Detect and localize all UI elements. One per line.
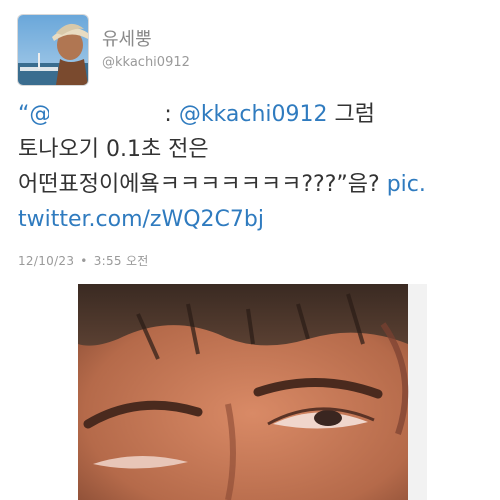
quote-open: “@ xyxy=(18,102,52,127)
tweet-text: “@ : @kkachi0912 그럼 토나오기 0.1초 전은 어떤표정이에욬… xyxy=(18,97,494,237)
timestamp[interactable]: 12/10/23 • 3:55 오전 xyxy=(18,252,149,269)
tweet-line-3: 어떤표정이에욬ㅋㅋㅋㅋㅋㅋㅋ???”음? pic. xyxy=(18,167,494,202)
meta-separator: • xyxy=(80,254,88,268)
photo-image xyxy=(78,284,427,500)
tweet-line-2: 토나오기 0.1초 전은 xyxy=(18,137,209,162)
attached-photo[interactable] xyxy=(78,284,427,500)
display-name[interactable]: 유세뿡 xyxy=(102,30,152,50)
tweet-date: 12/10/23 xyxy=(18,254,75,268)
avatar-image xyxy=(18,15,88,85)
tweet-line-1: “@ : @kkachi0912 그럼 xyxy=(18,97,494,132)
tweet-line-3-text: 어떤표정이에욬ㅋㅋㅋㅋㅋㅋㅋ???”음? xyxy=(18,172,387,197)
pic-link[interactable]: twitter.com/zWQ2C7bj xyxy=(18,202,494,237)
pic-link-start[interactable]: pic. xyxy=(387,172,426,197)
mention-link[interactable]: @kkachi0912 xyxy=(179,102,328,127)
tweet-line-1-rest: 그럼 xyxy=(327,102,376,127)
redacted-mention xyxy=(49,103,158,127)
avatar[interactable] xyxy=(18,15,88,85)
user-handle[interactable]: @kkachi0912 xyxy=(102,55,190,71)
tweet-time: 3:55 오전 xyxy=(93,254,149,268)
colon: : xyxy=(157,102,179,127)
